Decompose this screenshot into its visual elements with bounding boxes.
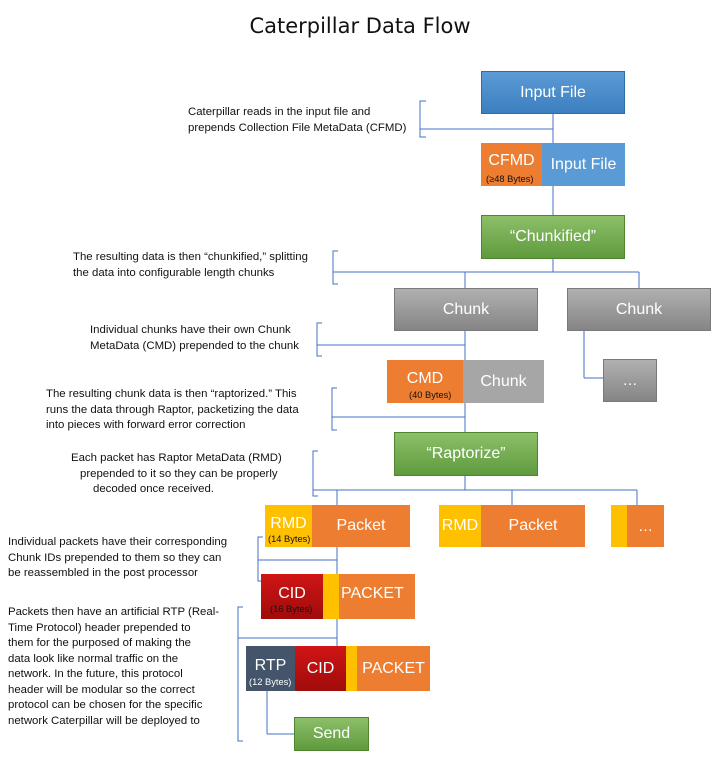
packet-1-label: Packet: [336, 517, 386, 534]
note-line: prepends Collection File MetaData (CFMD): [188, 121, 407, 134]
note-line: prepended to it so they can be properly: [80, 467, 278, 480]
rtp-packet-rmd-strip: [346, 646, 357, 691]
rtp-packet-node: PACKET: [357, 646, 430, 691]
rmd-size-label: (14 Bytes): [268, 534, 311, 544]
chunkified-label: “Chunkified”: [509, 228, 597, 245]
cfmd-size-label: (≥48 Bytes): [486, 174, 534, 184]
cmd-chunk-node: Chunk: [463, 360, 544, 403]
ellipsis-node-packets: …: [627, 505, 664, 547]
ellipsis-node-chunks: …: [603, 359, 657, 402]
cid-packet-rmd-strip: [323, 574, 339, 619]
note-line: Caterpillar reads in the input file and: [188, 106, 371, 118]
cmd-chunk-label: Chunk: [480, 372, 527, 390]
chunk-node-a: Chunk: [394, 288, 538, 331]
note-line: be reassembled in the post processor: [8, 567, 198, 579]
note-rtp: Packets then have an artificial RTP (Rea…: [8, 605, 240, 729]
packet-node-2: Packet: [481, 505, 585, 547]
rtp-size-label: (12 Bytes): [249, 677, 292, 687]
cid-packet-node: PACKET: [339, 574, 415, 619]
diagram-title: Caterpillar Data Flow: [249, 14, 471, 38]
cmd-label: CMD: [406, 370, 444, 387]
note-line: the data into configurable length chunks: [73, 266, 275, 279]
note-read-input: Caterpillar reads in the input file and …: [188, 105, 420, 136]
chunkified-node: “Chunkified”: [481, 215, 625, 259]
note-line: runs the data through Raptor, packetizin…: [46, 403, 299, 416]
note-line: The resulting chunk data is then “raptor…: [46, 388, 297, 400]
packet-node-1: Packet: [312, 505, 410, 547]
cid-packet-label: PACKET: [341, 585, 404, 602]
cid-2-label: CID: [306, 659, 335, 677]
chunk-a-label: Chunk: [442, 300, 490, 318]
note-line: Each packet has Raptor MetaData (RMD): [71, 452, 282, 464]
ellipsis-chunks-label: …: [622, 372, 638, 389]
note-cid: Individual packets have their correspond…: [8, 535, 257, 582]
input-file-node: Input File: [481, 71, 625, 114]
note-line: them for the purposed of making the: [8, 637, 191, 649]
rtp-label: RTP: [254, 657, 287, 674]
cid-size-label: (16 Bytes): [270, 604, 313, 614]
note-line: network Caterpillar will be deployed to: [8, 714, 200, 727]
note-chunkify: The resulting data is then “chunkified,”…: [73, 250, 335, 281]
send-label: Send: [312, 725, 351, 742]
ellipsis-packets-label: …: [638, 517, 653, 535]
note-line: network. In the future, this protocol: [8, 668, 183, 680]
cfmd-input-file-node: Input File: [542, 143, 625, 186]
note-rmd: Each packet has Raptor MetaData (RMD) pr…: [71, 451, 311, 498]
note-line: Packets then have an artificial RTP (Rea…: [8, 606, 220, 618]
note-raptorize: The resulting chunk data is then “raptor…: [46, 387, 336, 434]
rmd-node-2: RMD: [439, 505, 481, 547]
send-node: Send: [294, 717, 369, 751]
rmd-2-label: RMD: [441, 517, 479, 534]
ellipsis-packet-prefix: [611, 505, 627, 547]
rmd-1-label: RMD: [270, 515, 307, 532]
note-line: Individual packets have their correspond…: [8, 536, 228, 548]
note-line: protocol can be chosen for the specific: [8, 699, 203, 711]
note-line: Time Protocol) header prepended to: [8, 621, 191, 634]
note-line: Individual chunks have their own Chunk: [90, 324, 291, 336]
note-line: decoded once received.: [93, 483, 214, 495]
note-line: header will be modular so the correct: [8, 683, 195, 696]
note-line: into pieces with forward error correctio…: [46, 419, 246, 431]
packet-2-label: Packet: [508, 517, 558, 534]
cfmd-label: CFMD: [488, 152, 535, 169]
note-line: Chunk IDs prepended to them so they can: [8, 551, 222, 564]
data-flow-diagram: Caterpillar Data Flow Input File CFMD (≥…: [0, 0, 720, 768]
note-line: MetaData (CMD) prepended to the chunk: [90, 339, 299, 352]
cfmd-input-file-label: Input File: [550, 155, 617, 173]
raptorize-node: “Raptorize”: [394, 432, 538, 476]
rtp-packet-label: PACKET: [362, 659, 425, 677]
cid-1-label: CID: [278, 585, 306, 602]
cmd-size-label: (40 Bytes): [409, 390, 452, 400]
chunk-node-b: Chunk: [567, 288, 711, 331]
raptorize-label: “Raptorize”: [426, 445, 506, 462]
note-line: data look like normal traffic on the: [8, 652, 179, 665]
input-file-label: Input File: [520, 83, 586, 101]
note-chunk-meta: Individual chunks have their own Chunk M…: [90, 323, 320, 354]
chunk-b-label: Chunk: [615, 300, 663, 318]
note-line: The resulting data is then “chunkified,”…: [73, 251, 308, 263]
cid-node-2: CID: [295, 646, 346, 691]
